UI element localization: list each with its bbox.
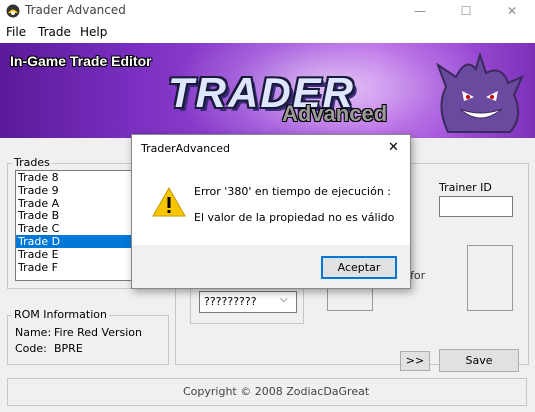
title-bar: Trader Advanced — ☐ ✕ — [0, 0, 535, 23]
rom-name-label: Name: — [15, 326, 52, 339]
dialog-title: TraderAdvanced — [141, 142, 230, 155]
dialog-message-line1: Error '380' en tiempo de ejecución : — [194, 185, 392, 198]
list-item[interactable]: Trade F — [16, 261, 134, 274]
list-item[interactable]: Trade C — [16, 222, 134, 235]
dialog-message-line2: El valor de la propiedad no es válido — [194, 211, 395, 224]
menu-help[interactable]: Help — [80, 25, 107, 39]
for-label: for — [410, 269, 426, 282]
trainer-id-input[interactable] — [439, 196, 513, 217]
error-dialog: TraderAdvanced ✕ Error '380' en tiempo d… — [131, 134, 411, 289]
dialog-close-button[interactable]: ✕ — [388, 140, 399, 155]
list-item[interactable]: Trade E — [16, 248, 134, 261]
list-item[interactable]: Trade B — [16, 209, 134, 222]
trades-listbox[interactable]: Trade 8 Trade 9 Trade A Trade B Trade C … — [15, 170, 135, 281]
list-item[interactable]: Trade A — [16, 197, 134, 210]
warning-icon — [152, 187, 186, 217]
minimize-button[interactable]: — — [397, 0, 443, 23]
copyright-text: Copyright © 2008 ZodiacDaGreat — [183, 385, 370, 398]
menu-bar: File Trade Help — [0, 23, 535, 43]
pokemon-sprite-box-2 — [467, 245, 513, 311]
list-item[interactable]: Trade 9 — [16, 184, 134, 197]
trainer-id-label: Trainer ID — [439, 181, 492, 194]
window-title: Trader Advanced — [25, 3, 126, 17]
rom-code-value: BPRE — [54, 342, 83, 355]
gengar-mascot-icon — [436, 51, 524, 133]
list-item[interactable]: Trade 8 — [16, 171, 134, 184]
rom-info-legend: ROM Information — [12, 308, 109, 321]
accept-button[interactable]: Aceptar — [321, 256, 397, 279]
chevron-down-icon: ⌵ — [280, 294, 288, 305]
menu-trade[interactable]: Trade — [38, 25, 71, 39]
pokemon-select-value: ????????? — [204, 295, 257, 308]
list-item-selected[interactable]: Trade D — [16, 234, 134, 248]
maximize-button[interactable]: ☐ — [443, 0, 489, 23]
banner: In-Game Trade Editor TRADER Advanced — [0, 43, 535, 138]
app-icon — [6, 4, 20, 18]
trades-legend: Trades — [12, 156, 52, 169]
logo-advanced: Advanced — [282, 101, 388, 126]
rom-name-value: Fire Red Version — [54, 326, 142, 339]
banner-heading: In-Game Trade Editor — [10, 53, 152, 69]
rom-code-label: Code: — [15, 342, 47, 355]
next-button[interactable]: >> — [400, 351, 430, 371]
menu-file[interactable]: File — [6, 25, 26, 39]
footer-box: Copyright © 2008 ZodiacDaGreat — [7, 378, 527, 406]
save-button[interactable]: Save — [439, 349, 519, 372]
pokemon-select[interactable]: ????????? ⌵ — [199, 291, 297, 313]
rom-info-group — [7, 315, 169, 365]
close-button[interactable]: ✕ — [489, 0, 535, 23]
